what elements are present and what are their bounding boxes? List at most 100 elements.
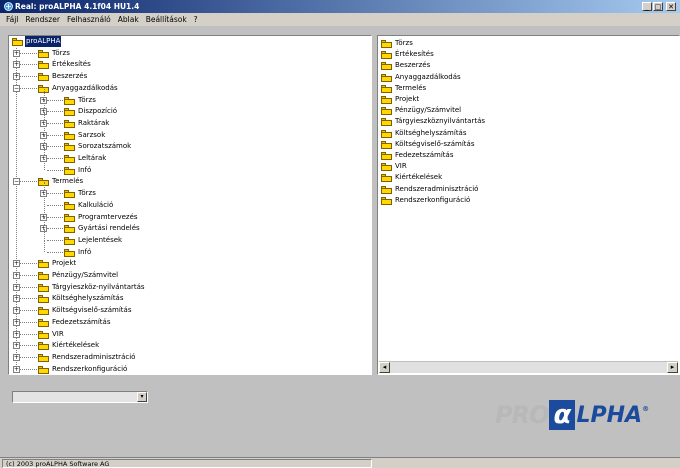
list-item-label: Kiértékelések: [395, 173, 443, 182]
list-item-label: Értékesítés: [395, 50, 434, 59]
expand-icon[interactable]: +: [13, 353, 20, 361]
folder-icon: [64, 155, 75, 163]
collapse-icon[interactable]: −: [13, 178, 20, 186]
tree-item[interactable]: + Törzs: [9, 88, 371, 106]
folder-icon: [64, 96, 75, 105]
expand-icon[interactable]: +: [13, 330, 20, 338]
list-item[interactable]: VIR: [378, 161, 679, 172]
list-item[interactable]: Rendszeradminisztráció: [378, 184, 679, 195]
list-item[interactable]: Pénzügy/Számvitel: [378, 105, 679, 116]
menu-settings[interactable]: Beállítások: [146, 15, 187, 24]
menu-system[interactable]: Rendszer: [25, 15, 60, 24]
close-button[interactable]: ✕: [666, 2, 676, 11]
folder-icon: [64, 213, 75, 222]
tree-item[interactable]: Lejelentések: [9, 228, 371, 246]
tree-guide-line: [44, 193, 45, 206]
tree-root[interactable]: proALPHA: [9, 36, 371, 47]
tree-item[interactable]: + Beszerzés: [9, 71, 371, 82]
folder-icon: [38, 49, 49, 58]
expand-icon[interactable]: +: [13, 342, 20, 350]
tree-guide-line: [20, 275, 37, 276]
list-item[interactable]: Értékesítés: [378, 49, 679, 60]
combo-dropdown-button[interactable]: ▾: [137, 392, 147, 402]
tree-item[interactable]: + Pénzügy/Számvitel: [9, 270, 371, 281]
list-item[interactable]: Kiértékelések: [378, 172, 679, 183]
tree-item[interactable]: + Diszpozíció: [9, 100, 371, 117]
expand-icon[interactable]: +: [13, 260, 20, 268]
tree-item[interactable]: + Sorozatszámok: [9, 135, 371, 152]
tree-item-label: Leltárak: [78, 154, 107, 162]
tree-item[interactable]: + Fedezetszámítás: [9, 317, 371, 328]
menu-window[interactable]: Ablak: [118, 15, 139, 24]
list-item[interactable]: Költségviselő-számítás: [378, 139, 679, 150]
tree-item[interactable]: + Törzs: [9, 182, 371, 199]
tree-item-label: Tárgyieszköz-nyilvántartás: [52, 282, 145, 291]
list-item[interactable]: Anyaggazdálkodás: [378, 72, 679, 83]
horizontal-scrollbar[interactable]: ◂ ▸: [379, 361, 678, 373]
expand-icon[interactable]: +: [13, 73, 20, 81]
tree-guide-line: [20, 263, 37, 265]
scroll-right-button[interactable]: ▸: [667, 362, 678, 373]
tree-item[interactable]: + Projekt: [9, 258, 371, 269]
logo-pro-text: PRO: [495, 401, 549, 429]
tree-item[interactable]: + Rendszerkonfiguráció: [9, 364, 371, 374]
list-item[interactable]: Törzs: [378, 38, 679, 49]
tree-item[interactable]: − Termelés: [9, 176, 371, 187]
expand-icon[interactable]: +: [13, 295, 20, 303]
menu-file[interactable]: Fájl: [6, 15, 18, 24]
tree-item[interactable]: Kalkuláció: [9, 193, 371, 211]
window-titlebar[interactable]: Real: proALPHA 4.1f04 HU1.4 _ □ ✕: [0, 0, 680, 13]
list-item[interactable]: Költséghelyszámítás: [378, 128, 679, 139]
expand-icon[interactable]: +: [13, 365, 20, 373]
tree-guide-line: [47, 204, 63, 206]
navigation-tree[interactable]: proALPHA + Törzs + Értékesítés + Beszerzés − Any…: [8, 35, 372, 375]
folder-icon: [38, 342, 49, 351]
scroll-left-button[interactable]: ◂: [379, 362, 390, 373]
tree-item[interactable]: + Értékesítés: [9, 59, 371, 70]
tree-item[interactable]: + Költségviselő-számítás: [9, 305, 371, 316]
expand-icon[interactable]: +: [13, 318, 20, 326]
tree-item[interactable]: Infó: [9, 158, 371, 176]
list-item[interactable]: Termelés: [378, 83, 679, 94]
list-item[interactable]: Beszerzés: [378, 60, 679, 71]
list-item-label: Pénzügy/Számvitel: [395, 106, 462, 115]
tree-guide-line: [47, 169, 63, 171]
expand-icon[interactable]: +: [13, 61, 20, 69]
tree-item[interactable]: Infó: [9, 240, 371, 258]
folder-icon: [38, 353, 49, 362]
tree-guide-line: [47, 228, 63, 230]
tree-item[interactable]: + Törzs: [9, 48, 371, 59]
menu-user[interactable]: Felhasználó: [67, 15, 111, 24]
expand-icon[interactable]: +: [13, 283, 20, 291]
list-item-label: Beszerzés: [395, 61, 431, 70]
minimize-button[interactable]: _: [642, 2, 652, 11]
tree-item-label: Értékesítés: [52, 60, 91, 69]
tree-item[interactable]: + VIR: [9, 329, 371, 340]
collapse-icon[interactable]: −: [13, 84, 20, 92]
tree-item[interactable]: + Kiértékelések: [9, 340, 371, 351]
expand-icon[interactable]: +: [13, 49, 20, 57]
maximize-button[interactable]: □: [653, 2, 663, 11]
tree-guide-line: [47, 251, 63, 253]
selection-combo[interactable]: ▾: [12, 391, 148, 403]
list-item[interactable]: Projekt: [378, 94, 679, 105]
tree-item[interactable]: + Költséghelyszámítás: [9, 293, 371, 304]
list-item[interactable]: Fedezetszámítás: [378, 150, 679, 161]
tree-item[interactable]: − Anyaggazdálkodás: [9, 83, 371, 94]
tree-guide-line: [47, 99, 63, 101]
tree-item[interactable]: + Programtervezés: [9, 205, 371, 223]
tree-item[interactable]: + Leltárak: [9, 147, 371, 164]
module-list-pane[interactable]: Törzs Értékesítés Beszerzés Anyaggazdálkodá…: [377, 35, 680, 375]
tree-item[interactable]: + Raktárak: [9, 111, 371, 129]
tree-item[interactable]: + Rendszeradminisztráció: [9, 352, 371, 363]
list-item[interactable]: Rendszerkonfiguráció: [378, 195, 679, 206]
list-item[interactable]: Tárgyieszköznyilvántartás: [378, 116, 679, 127]
menu-help[interactable]: ?: [194, 15, 198, 24]
expand-icon[interactable]: +: [13, 272, 20, 279]
tree-item[interactable]: + Tárgyieszköz-nyilvántartás: [9, 282, 371, 293]
window-controls: _ □ ✕: [642, 2, 676, 11]
expand-icon[interactable]: +: [13, 307, 20, 315]
tree-item[interactable]: + Sarzsok: [9, 123, 371, 141]
folder-icon: [64, 248, 75, 257]
tree-item[interactable]: + Gyártási rendelés: [9, 217, 371, 234]
